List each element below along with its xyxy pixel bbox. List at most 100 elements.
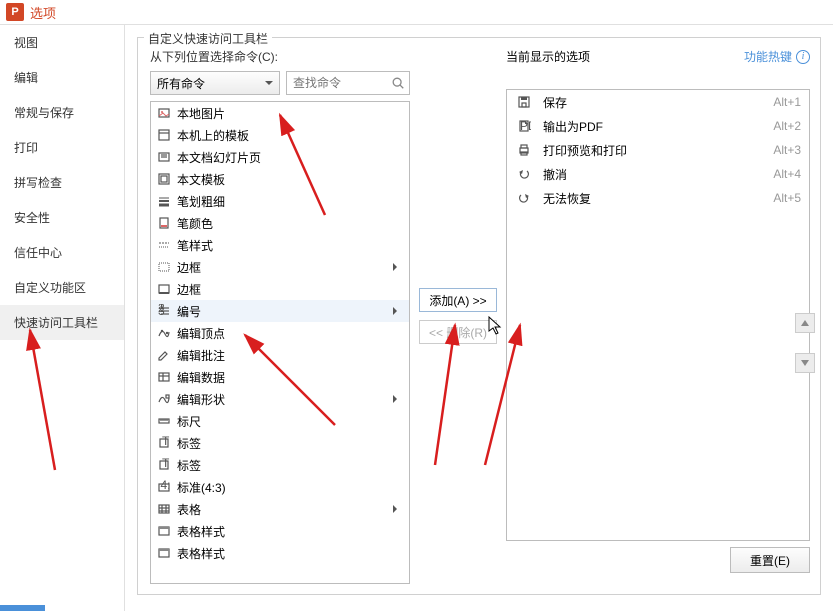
- command-list-item[interactable]: 表格: [151, 498, 409, 520]
- command-label: 标尺: [177, 413, 201, 430]
- command-label: 表格: [177, 501, 201, 518]
- command-list-item[interactable]: 笔样式: [151, 234, 409, 256]
- option-list-item[interactable]: 打印预览和打印Alt+3: [507, 138, 809, 162]
- template2-icon: [155, 172, 173, 186]
- search-icon: [391, 76, 405, 90]
- shape-icon: [155, 392, 173, 406]
- command-list-item[interactable]: 编辑顶点: [151, 322, 409, 344]
- option-list-item[interactable]: 撤消Alt+4: [507, 162, 809, 186]
- command-list-item[interactable]: 标尺: [151, 410, 409, 432]
- command-label: 编辑批注: [177, 347, 225, 364]
- sidebar-item[interactable]: 打印: [0, 130, 124, 165]
- option-label: 打印预览和打印: [543, 142, 773, 159]
- svg-text:T: T: [162, 436, 170, 448]
- command-list-item[interactable]: 笔颜色: [151, 212, 409, 234]
- command-label: 边框: [177, 259, 201, 276]
- move-up-button[interactable]: [795, 313, 815, 333]
- svg-text:T: T: [162, 458, 170, 470]
- command-list-item[interactable]: 边框: [151, 278, 409, 300]
- reset-button[interactable]: 重置(E): [730, 547, 810, 573]
- option-hotkey: Alt+1: [773, 95, 801, 109]
- redo-icon: [515, 191, 533, 205]
- command-list-item[interactable]: 本文档幻灯片页: [151, 146, 409, 168]
- number-icon: 123: [155, 304, 173, 318]
- command-list-item[interactable]: 编辑形状: [151, 388, 409, 410]
- command-label: 本文模板: [177, 171, 225, 188]
- command-list-item[interactable]: 4:3 标准(4:3): [151, 476, 409, 498]
- option-list-item[interactable]: PDF 输出为PDFAlt+2: [507, 114, 809, 138]
- submenu-arrow-icon: [393, 307, 401, 315]
- current-options-list[interactable]: 保存Alt+1PDF输出为PDFAlt+2打印预览和打印Alt+3撤消Alt+4…: [506, 89, 810, 541]
- color-icon: [155, 216, 173, 230]
- option-label: 无法恢复: [543, 190, 773, 207]
- sidebar-item[interactable]: 常规与保存: [0, 95, 124, 130]
- tablestyle-icon: [155, 524, 173, 538]
- ratio-icon: 4:3: [155, 480, 173, 494]
- command-label: 编辑顶点: [177, 325, 225, 342]
- submenu-arrow-icon: [393, 263, 401, 271]
- command-category-combo[interactable]: 所有命令: [150, 71, 280, 95]
- tag-icon: T: [155, 436, 173, 450]
- info-icon: i: [796, 50, 810, 64]
- option-hotkey: Alt+3: [773, 143, 801, 157]
- command-label: 笔样式: [177, 237, 213, 254]
- sidebar-item[interactable]: 安全性: [0, 200, 124, 235]
- command-list[interactable]: 本地图片本机上的模板本文档幻灯片页本文模板笔划粗细笔颜色笔样式边框边框123编号…: [150, 101, 410, 584]
- command-list-item[interactable]: 边框: [151, 256, 409, 278]
- sidebar-item[interactable]: 自定义功能区: [0, 270, 124, 305]
- command-list-item[interactable]: 本文模板: [151, 168, 409, 190]
- command-label: 标签: [177, 435, 201, 452]
- command-label: 标准(4:3): [177, 479, 226, 496]
- command-list-item[interactable]: 123 编号: [151, 300, 409, 322]
- svg-text:PDF: PDF: [520, 119, 531, 133]
- sidebar-item[interactable]: 快速访问工具栏: [0, 305, 124, 340]
- move-down-button[interactable]: [795, 353, 815, 373]
- hotkey-label: 功能热键: [744, 48, 792, 65]
- combo-value: 所有命令: [157, 75, 205, 92]
- command-list-item[interactable]: 表格样式: [151, 542, 409, 564]
- stroke-icon: [155, 194, 173, 208]
- print-icon: [515, 143, 533, 157]
- vertex-icon: [155, 326, 173, 340]
- sidebar-item[interactable]: 视图: [0, 25, 124, 60]
- fieldset-title: 自定义快速访问工具栏: [144, 30, 272, 47]
- image-icon: [155, 106, 173, 120]
- option-list-item[interactable]: 无法恢复Alt+5: [507, 186, 809, 210]
- app-icon: P: [6, 3, 24, 21]
- hotkey-link[interactable]: 功能热键 i: [744, 48, 810, 65]
- sidebar-item[interactable]: 信任中心: [0, 235, 124, 270]
- current-options-label: 当前显示的选项: [506, 48, 590, 65]
- command-search-box[interactable]: [286, 71, 410, 95]
- command-label: 表格样式: [177, 523, 225, 540]
- option-list-item[interactable]: 保存Alt+1: [507, 90, 809, 114]
- sidebar: 视图编辑常规与保存打印拼写检查安全性信任中心自定义功能区快速访问工具栏: [0, 25, 125, 611]
- option-label: 保存: [543, 94, 773, 111]
- option-label: 输出为PDF: [543, 118, 773, 135]
- command-label: 本机上的模板: [177, 127, 249, 144]
- command-label: 标签: [177, 457, 201, 474]
- svg-text:3: 3: [158, 304, 165, 318]
- command-list-item[interactable]: 编辑数据: [151, 366, 409, 388]
- command-list-item[interactable]: 编辑批注: [151, 344, 409, 366]
- sidebar-item[interactable]: 编辑: [0, 60, 124, 95]
- command-label: 编号: [177, 303, 201, 320]
- window-title: 选项: [30, 3, 56, 22]
- add-button[interactable]: 添加(A) >>: [419, 288, 497, 312]
- tablestyle-icon: [155, 546, 173, 560]
- submenu-arrow-icon: [393, 395, 401, 403]
- ruler-icon: [155, 414, 173, 428]
- option-hotkey: Alt+2: [773, 119, 801, 133]
- command-list-item[interactable]: 笔划粗细: [151, 190, 409, 212]
- command-list-item[interactable]: T 标签: [151, 454, 409, 476]
- command-list-item[interactable]: 表格样式: [151, 520, 409, 542]
- command-label: 编辑数据: [177, 369, 225, 386]
- template-icon: [155, 128, 173, 142]
- search-input[interactable]: [293, 76, 387, 90]
- command-label: 表格样式: [177, 545, 225, 562]
- annotate-icon: [155, 348, 173, 362]
- sidebar-item[interactable]: 拼写检查: [0, 165, 124, 200]
- command-list-item[interactable]: 本地图片: [151, 102, 409, 124]
- command-list-item[interactable]: T 标签: [151, 432, 409, 454]
- style-icon: [155, 238, 173, 252]
- command-list-item[interactable]: 本机上的模板: [151, 124, 409, 146]
